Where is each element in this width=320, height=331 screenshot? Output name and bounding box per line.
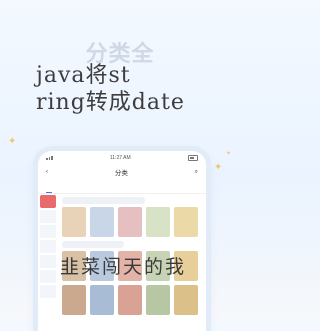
category-sidebar [38, 193, 58, 300]
sidebar-item[interactable] [40, 255, 56, 268]
overlay-title-line-2: ring转成date [36, 90, 185, 115]
sidebar-item[interactable] [40, 285, 56, 298]
book-cover[interactable] [146, 285, 170, 315]
sidebar-item[interactable] [40, 195, 56, 208]
overlay-title-line-1: java将st [36, 63, 131, 88]
sidebar-item[interactable] [40, 270, 56, 283]
content-placeholder [62, 241, 125, 248]
status-bar: 11:27 AM [38, 151, 206, 165]
book-cover[interactable] [118, 285, 142, 315]
tab-1[interactable] [46, 182, 53, 193]
overlay-title: java将st ring转成date [36, 62, 240, 116]
tab-3[interactable] [76, 182, 82, 193]
status-time: 11:27 AM [109, 155, 131, 161]
book-cover[interactable] [62, 207, 86, 237]
book-cover[interactable] [62, 285, 86, 315]
book-row [62, 207, 200, 237]
category-tabs [38, 179, 206, 194]
content-placeholder [62, 197, 145, 204]
sparkle-icon: ✦ [214, 162, 223, 173]
search-icon[interactable]: ⌕ [195, 169, 198, 176]
book-row [62, 285, 200, 315]
sparkle-icon: ✦ [226, 151, 232, 157]
book-cover[interactable] [174, 207, 198, 237]
tab-2[interactable] [61, 182, 67, 193]
sidebar-item[interactable] [40, 225, 56, 238]
bottom-overlay-text: 韭菜闯天的我 [60, 256, 187, 278]
app-bar: ‹ 分类 ⌕ [38, 165, 206, 179]
sparkle-icon: ✦ [8, 136, 17, 147]
book-cover[interactable] [90, 207, 114, 237]
tab-4[interactable] [91, 182, 97, 193]
battery-icon [187, 155, 198, 161]
book-cover[interactable] [174, 285, 198, 315]
sidebar-item[interactable] [40, 240, 56, 253]
phone-mockup: 11:27 AM ‹ 分类 ⌕ [38, 151, 206, 331]
book-cover[interactable] [146, 207, 170, 237]
book-cover[interactable] [118, 207, 142, 237]
signal-icon [46, 156, 53, 160]
sidebar-item[interactable] [40, 210, 56, 223]
app-title: 分类 [114, 170, 128, 177]
back-icon[interactable]: ‹ [46, 169, 48, 175]
book-cover[interactable] [90, 285, 114, 315]
